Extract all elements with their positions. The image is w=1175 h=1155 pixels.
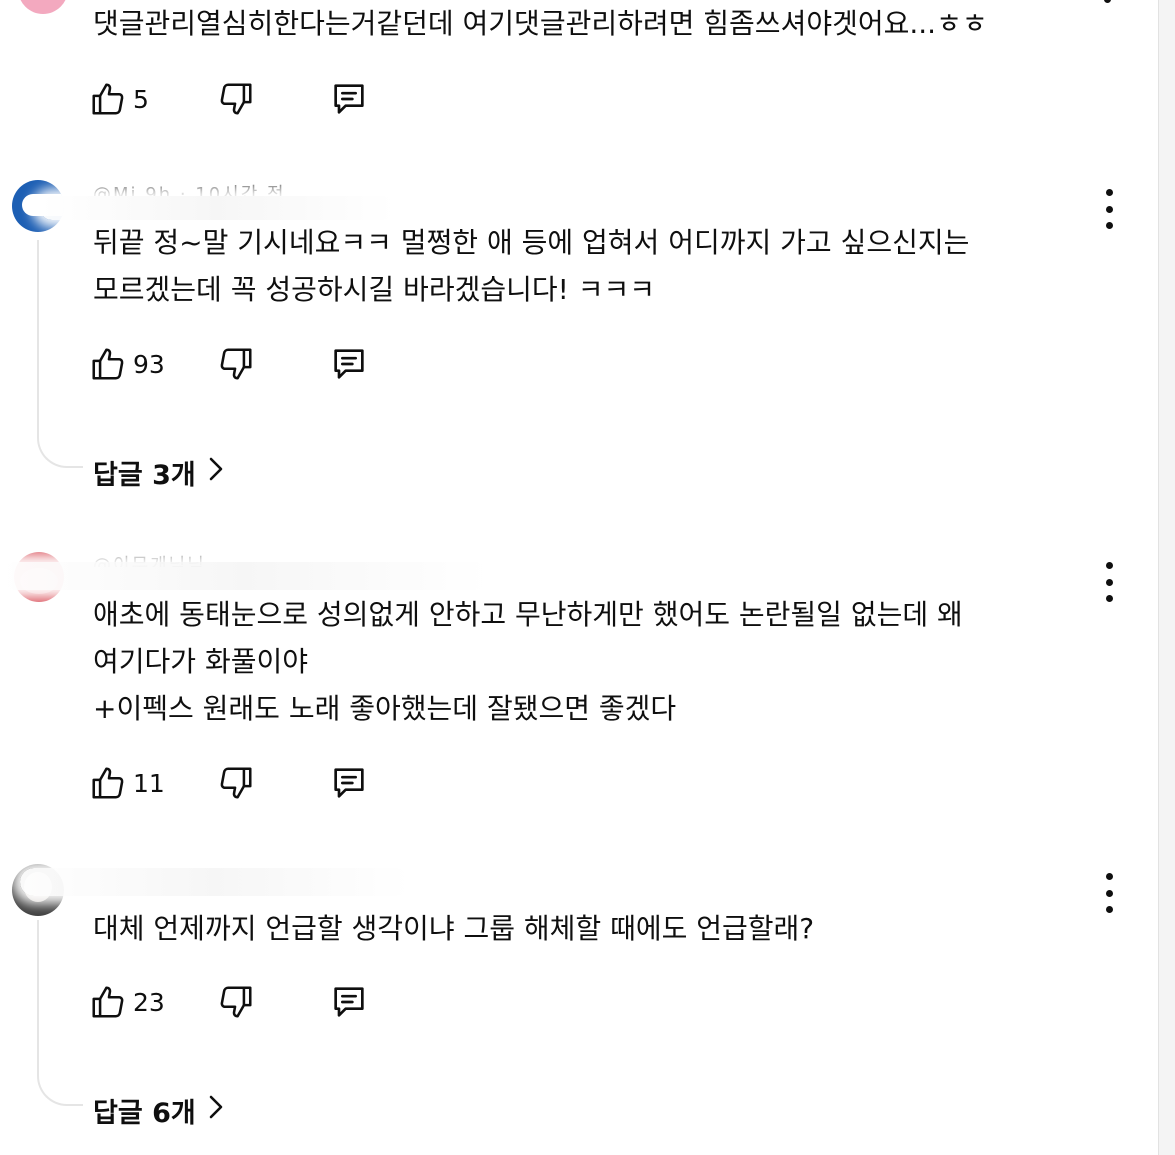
like-count: 23 — [133, 987, 165, 1017]
replies-label: 답글 6개 — [93, 1097, 196, 1129]
author-blur — [0, 562, 490, 590]
dot-icon — [1105, 189, 1113, 196]
like-count: 5 — [133, 84, 149, 114]
dot-icon — [1105, 562, 1113, 569]
comment-text: 애초에 동태눈으로 성의없게 안하고 무난하게만 했어도 논란될일 없는데 왜 … — [93, 598, 963, 725]
dot-icon — [1105, 222, 1113, 229]
like-button[interactable]: 5 — [89, 77, 149, 121]
reply-button[interactable] — [329, 77, 369, 121]
view-replies-button[interactable]: 답글 6개 — [93, 1088, 224, 1132]
avatar[interactable] — [18, 0, 68, 14]
dislike-button[interactable] — [217, 980, 255, 1024]
more-options-button[interactable] — [1096, 189, 1122, 229]
thumbs-down-icon — [220, 83, 252, 115]
comment-icon — [334, 84, 364, 114]
dot-icon — [1105, 205, 1113, 213]
thread-connector — [37, 240, 83, 468]
more-options-button[interactable] — [1096, 873, 1122, 913]
like-count: 93 — [133, 349, 165, 379]
reply-button[interactable] — [329, 980, 369, 1024]
comment-text: 댓글관리열심히한다는거같던데 여기댓글관리하려면 힘좀쓰셔야겟어요...ㅎㅎ — [93, 7, 988, 40]
comment-text: 대체 언제까지 언급할 생각이냐 그룹 해체할 때에도 언급할래? — [93, 912, 815, 945]
chevron-right-icon — [208, 1094, 224, 1127]
thumbs-down-icon — [220, 348, 252, 380]
comment-icon — [334, 987, 364, 1017]
thumbs-up-icon — [92, 83, 124, 115]
dislike-button[interactable] — [217, 761, 255, 805]
more-options-button[interactable] — [1096, 562, 1122, 602]
like-button[interactable]: 93 — [89, 342, 165, 386]
author-name[interactable]: @Mi 9h · 10시간 전 — [93, 184, 393, 197]
like-button[interactable]: 11 — [89, 761, 165, 805]
chevron-right-icon — [208, 456, 224, 489]
dot-icon — [1105, 906, 1113, 913]
dot-icon — [1105, 595, 1113, 602]
comment-icon — [334, 349, 364, 379]
reply-button[interactable] — [329, 761, 369, 805]
dislike-button[interactable] — [217, 342, 255, 386]
like-count: 11 — [133, 768, 165, 798]
comment-text: 뒤끝 정~말 기시네요ㅋㅋ 멀쩡한 애 등에 업혀서 어디까지 가고 싶으신지는… — [93, 226, 970, 306]
thumbs-up-icon — [92, 348, 124, 380]
dot-icon — [1105, 578, 1113, 586]
reply-button[interactable] — [329, 342, 369, 386]
thumbs-down-icon — [220, 767, 252, 799]
view-replies-button[interactable]: 답글 3개 — [93, 450, 224, 494]
comment-icon — [334, 768, 364, 798]
thumbs-up-icon — [92, 767, 124, 799]
dot-icon — [1105, 873, 1113, 880]
author-blur — [40, 196, 395, 220]
like-button[interactable]: 23 — [89, 980, 165, 1024]
thumbs-up-icon — [92, 986, 124, 1018]
dot-icon — [1105, 889, 1113, 897]
scrollbar-track[interactable] — [1158, 0, 1175, 1155]
replies-label: 답글 3개 — [93, 459, 196, 491]
author-blur — [20, 868, 410, 896]
thread-connector — [37, 920, 83, 1106]
thumbs-down-icon — [220, 986, 252, 1018]
more-options-icon-partial[interactable] — [1104, 0, 1111, 3]
dislike-button[interactable] — [217, 77, 255, 121]
